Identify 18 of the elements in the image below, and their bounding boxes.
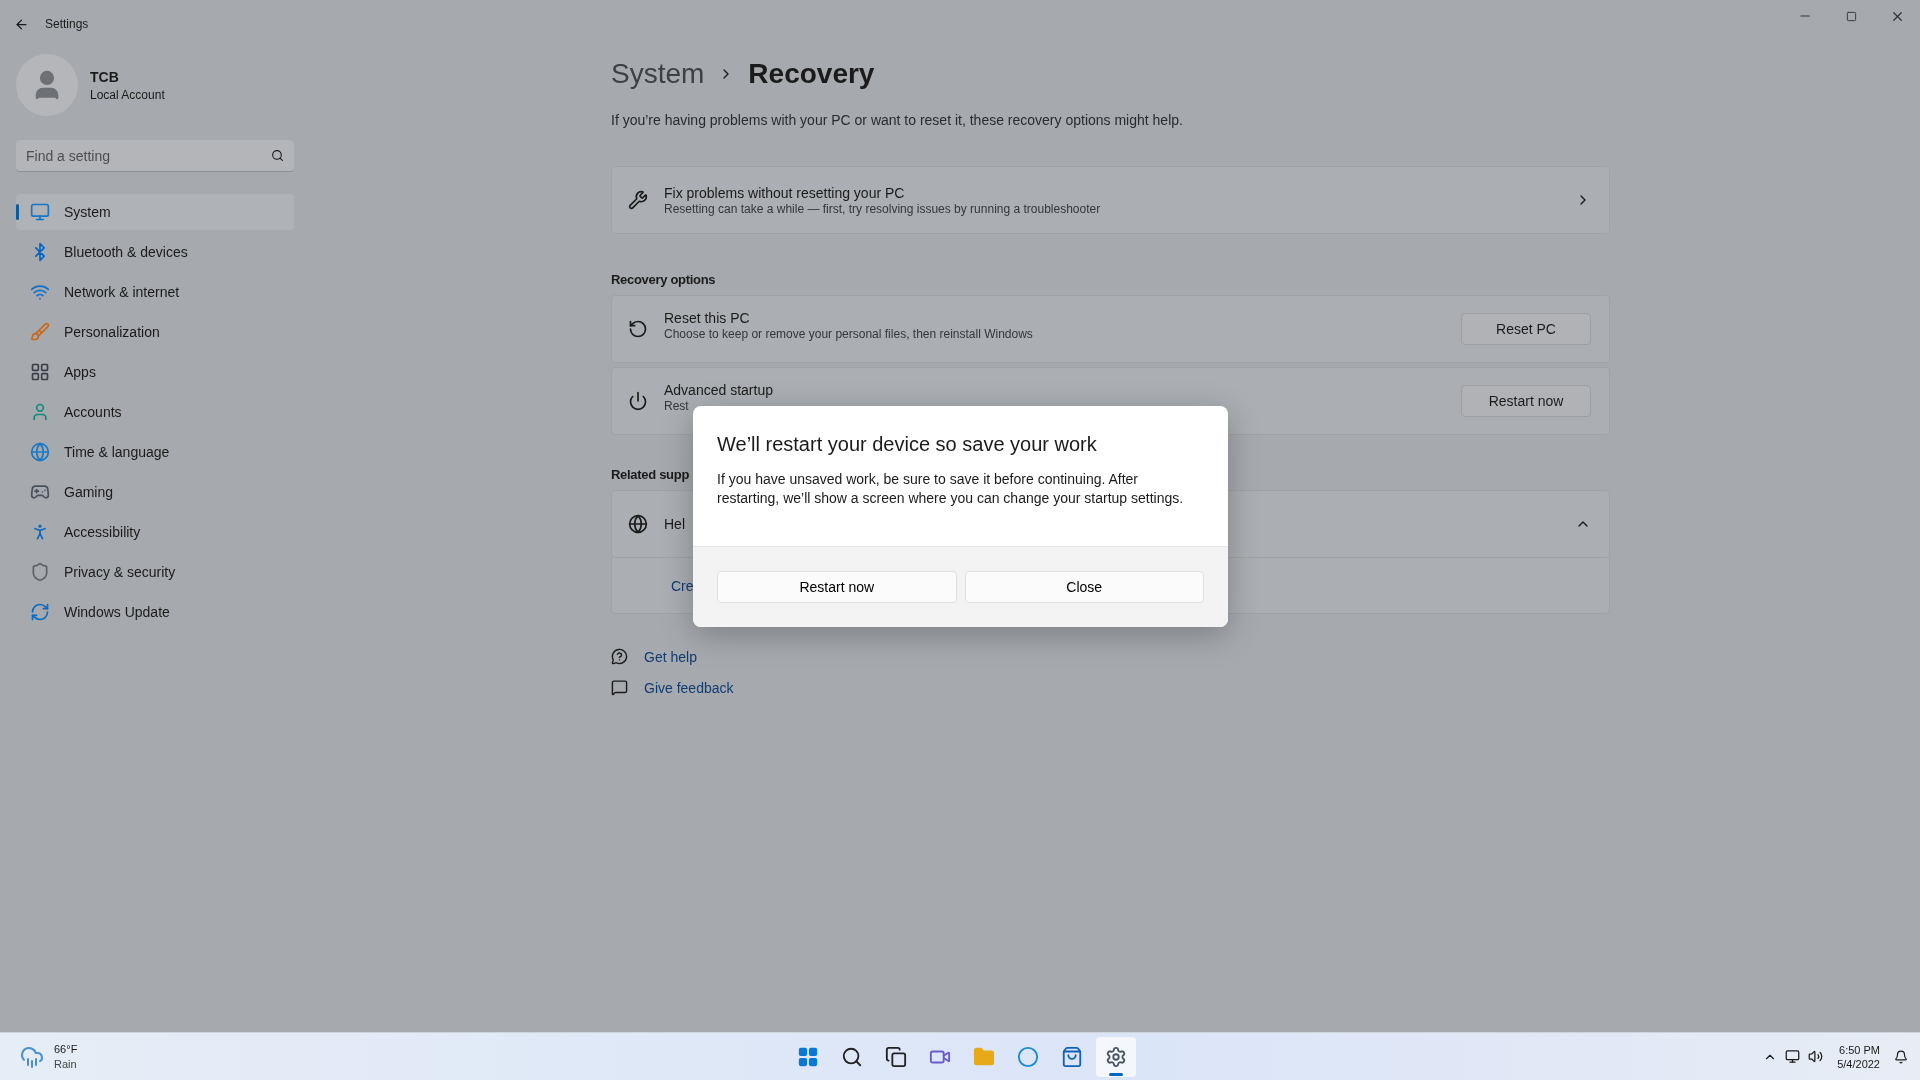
card-title: Advanced startup <box>664 381 774 398</box>
card-title: Reset this PC <box>664 309 751 326</box>
weather-condition: Rain <box>54 1056 78 1072</box>
page-title: Recovery <box>748 58 875 90</box>
account-name: TCB <box>90 68 120 85</box>
card-subtitle: Resetting can take a while — first, try resolving issues by running a troubleshooter <box>664 201 1102 216</box>
window-title: Settings <box>45 17 89 31</box>
dialog-message: If you have unsaved work, be sure to save it before continuing. After restarting, we’ll show a screen where you can change your startup settings. <box>717 470 1185 508</box>
temperature: 66°F <box>54 1041 78 1057</box>
account-type: Local Account <box>90 87 165 102</box>
card-title: Fix problems without resetting your PC <box>664 184 906 201</box>
card-subtitle: Rest <box>664 398 690 413</box>
dialog-title: We’ll restart your device so save your work <box>717 433 1098 456</box>
card-title: Hel <box>664 516 686 532</box>
card-subtitle: Choose to keep or remove your personal files, then reinstall Windows <box>664 326 1034 341</box>
section-heading: Recovery options <box>611 272 716 287</box>
section-heading: Related supp <box>611 467 690 482</box>
page-description: If you’re having problems with your PC or want to reset it, these recovery options might help. <box>611 112 1184 128</box>
